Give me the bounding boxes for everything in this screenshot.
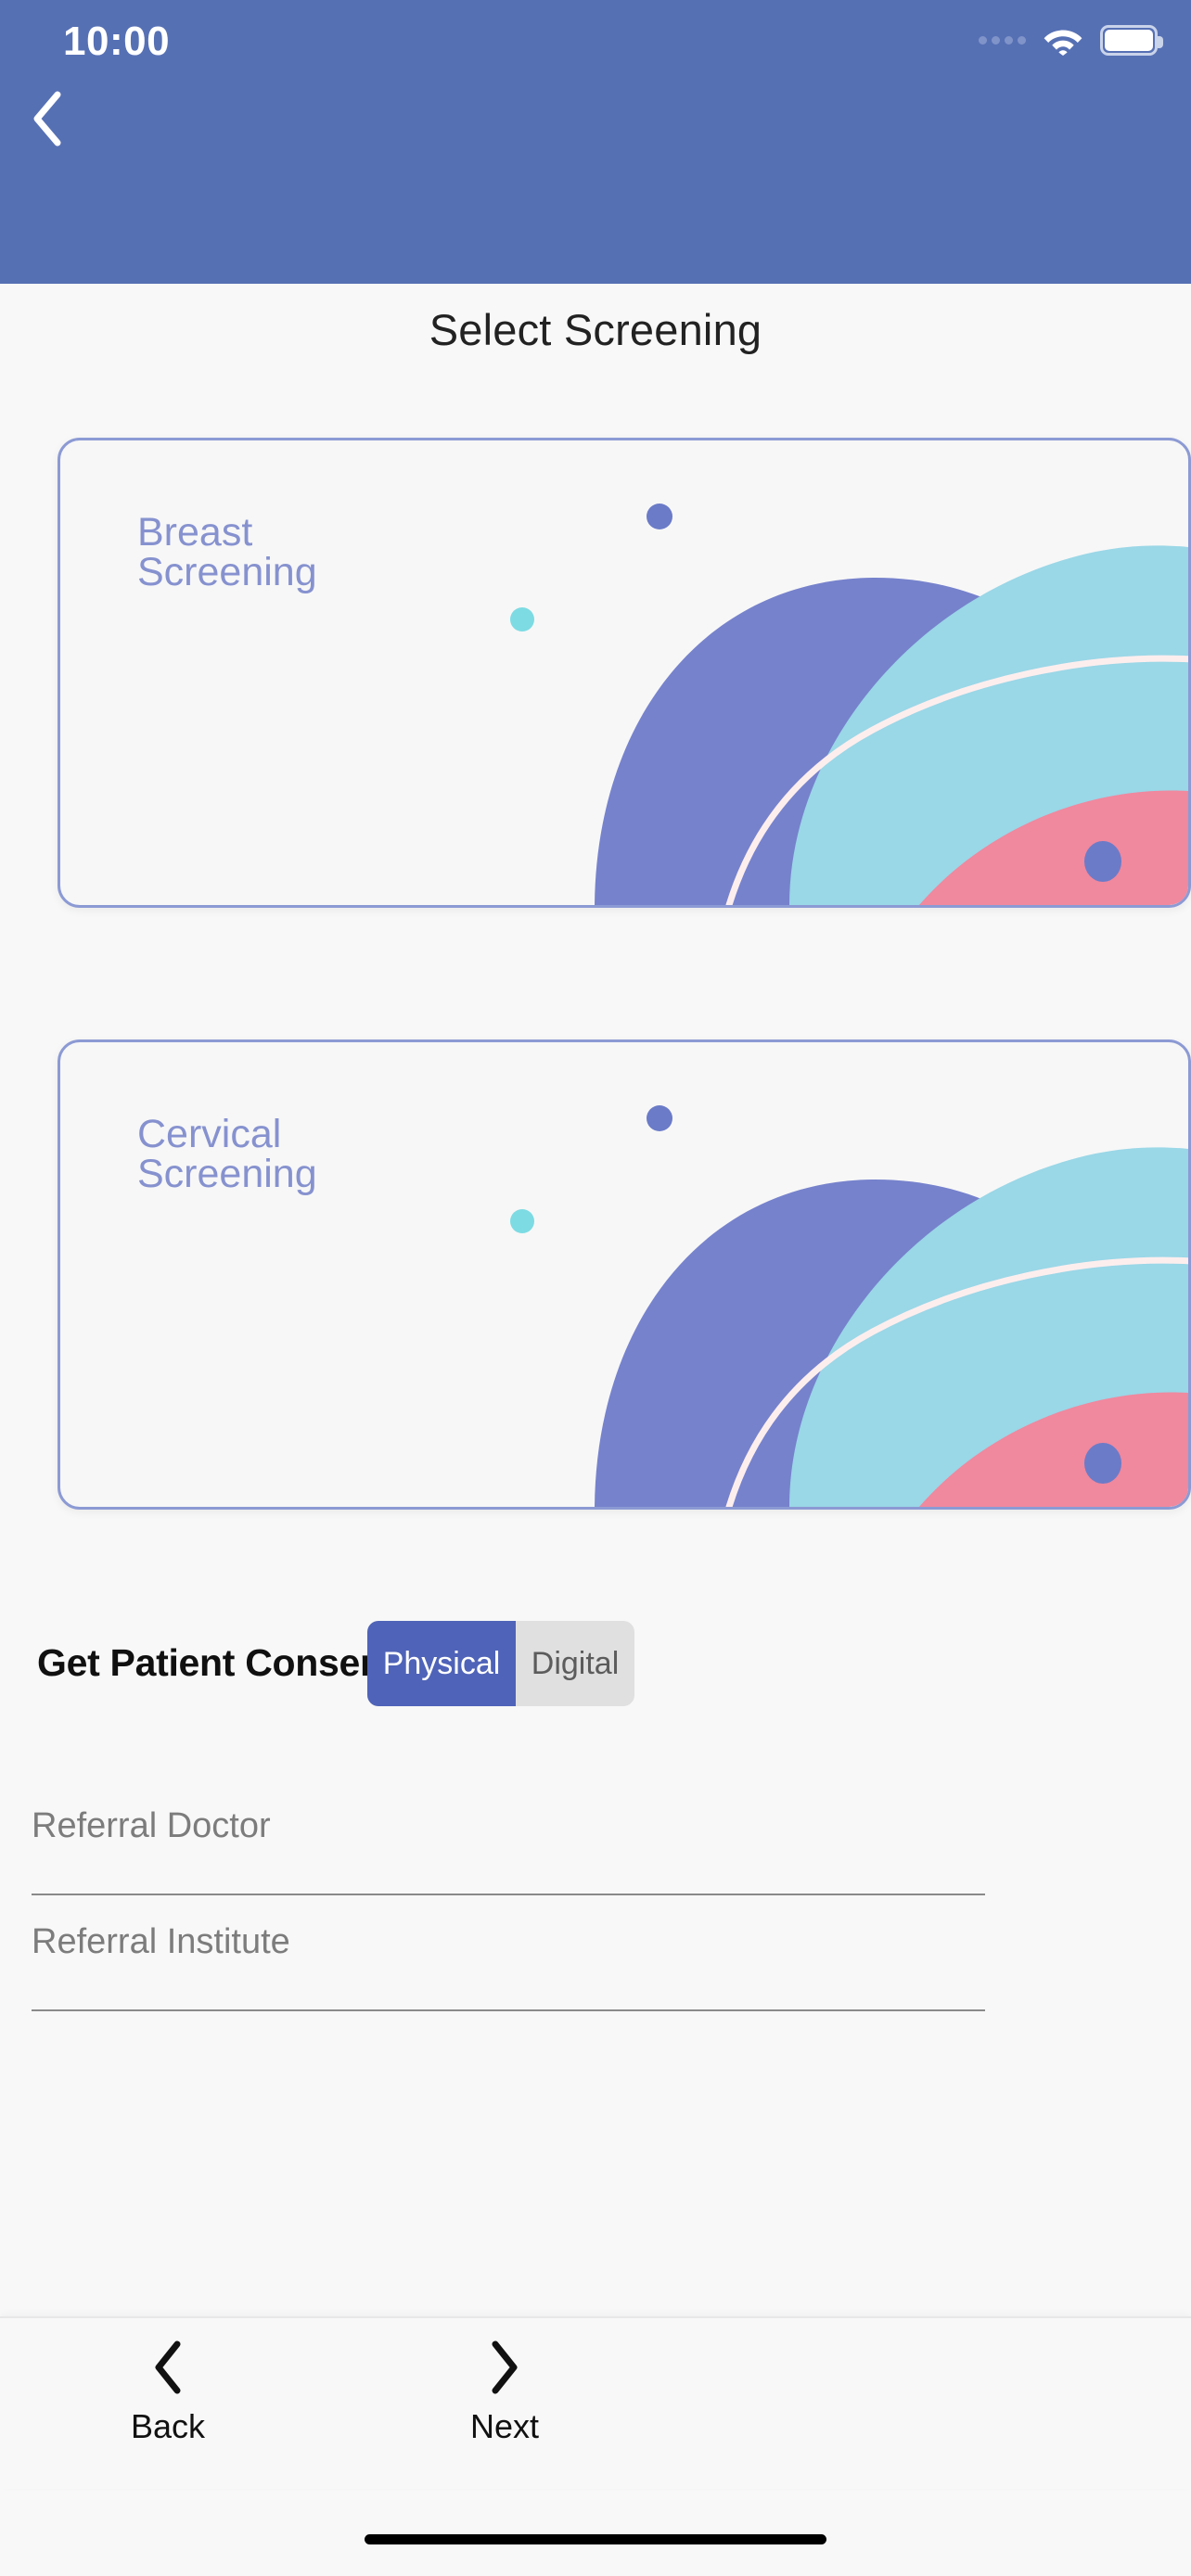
screening-card-cervical[interactable]: Cervical Screening <box>58 1039 1191 1510</box>
consent-toggle[interactable]: Physical Digital <box>367 1621 634 1706</box>
header-back-button[interactable] <box>19 89 78 148</box>
screening-card-label: Cervical Screening <box>137 1112 317 1196</box>
battery-full-icon <box>1100 24 1163 56</box>
next-button[interactable]: Next <box>403 2339 607 2468</box>
consent-row: Get Patient Consent: Physical Digital <box>0 1621 1191 1710</box>
decorative-illustration <box>510 1105 1188 1507</box>
app-header: 10:00 <box>0 0 1191 284</box>
referral-doctor-input[interactable] <box>32 1786 985 1866</box>
page-title: Select Screening <box>429 305 762 354</box>
home-indicator <box>365 2534 826 2544</box>
field-underline <box>32 2009 985 2011</box>
app-screen: 10:00 Select Screening Breast Screening … <box>0 0 1191 2576</box>
wifi-icon <box>1043 24 1083 56</box>
signal-dots-icon <box>979 35 1026 45</box>
referral-institute-field[interactable] <box>32 1902 985 2011</box>
consent-label: Get Patient Consent: <box>37 1641 408 1684</box>
back-button[interactable]: Back <box>66 2339 270 2468</box>
referral-doctor-field[interactable] <box>32 1786 985 1895</box>
status-bar-time: 10:00 <box>63 19 171 64</box>
chevron-left-icon <box>147 2339 188 2396</box>
chevron-right-icon <box>484 2339 525 2396</box>
next-button-label: Next <box>469 2407 540 2445</box>
field-underline <box>32 1894 985 1895</box>
chevron-left-icon <box>30 89 67 148</box>
status-bar-indicators <box>979 24 1163 56</box>
screening-card-breast[interactable]: Breast Screening <box>58 438 1191 908</box>
consent-option-digital[interactable]: Digital <box>516 1621 634 1706</box>
screening-card-label: Breast Screening <box>137 510 317 594</box>
consent-option-physical[interactable]: Physical <box>367 1621 517 1706</box>
bottom-navigation-bar: Back Next <box>0 2316 1191 2489</box>
back-button-label: Back <box>130 2407 206 2445</box>
decorative-illustration <box>510 504 1188 905</box>
referral-institute-input[interactable] <box>32 1902 985 1982</box>
